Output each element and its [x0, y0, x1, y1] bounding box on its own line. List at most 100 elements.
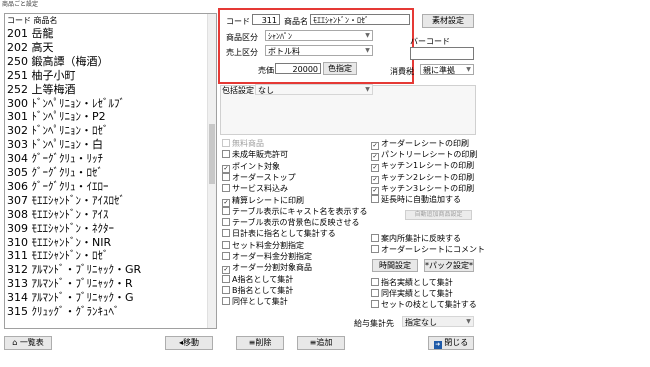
list-report-button[interactable]: ⌂ 一覧表 [4, 336, 52, 350]
checkbox-icon[interactable] [371, 195, 379, 203]
sales-label: 売上区分 [226, 48, 258, 57]
category-select[interactable]: ｼｬﾝﾊﾟﾝ ▼ [265, 30, 373, 41]
product-list[interactable]: コード 商品名 201 岳龍 202 高天 250 鍛高譚（梅酒） 251 柚子小町 2… [4, 13, 217, 329]
list-item[interactable]: 313 ｱﾙﾏﾝﾄﾞ・ﾌﾞﾘﾆｬｯｸ・R [7, 277, 133, 290]
list-item[interactable]: 315 ｸﾘｭｯｸﾞ・ｸﾞﾗﾝｷｭﾍﾞ [7, 305, 120, 318]
move-button[interactable]: ◂移動 [165, 336, 213, 350]
checkbox-label: オーダーレシートにコメント [381, 245, 485, 255]
sales-select[interactable]: ボトル料 ▼ [265, 45, 373, 56]
color-button[interactable]: 色指定 [323, 62, 357, 75]
salary-select[interactable]: 指定なし ▼ [402, 316, 474, 327]
move-label: 移動 [183, 338, 199, 347]
list-item[interactable]: 250 鍛高譚（梅酒） [7, 55, 109, 68]
pack-setting-button[interactable]: *パック設定* [424, 259, 474, 272]
checkbox-icon[interactable] [371, 278, 379, 286]
checkbox-item[interactable]: オーダーレシートにコメント [371, 244, 485, 255]
list-item[interactable]: 307 ﾓｴｴｼｬﾝﾄﾞﾝ・ｱｲｽﾛｾﾞ [7, 194, 125, 207]
scroll-thumb[interactable] [209, 124, 215, 184]
list-item[interactable]: 201 岳龍 [7, 27, 54, 40]
checkbox-item[interactable]: 未成年販売許可 [222, 149, 288, 160]
checkbox-icon[interactable] [371, 245, 379, 254]
checkbox-item[interactable]: ✓ オーダーレシートの印刷 [371, 138, 469, 150]
checkbox-item[interactable]: サービス料込み [222, 183, 288, 194]
list-scrollbar[interactable] [207, 14, 216, 328]
name-field[interactable]: ﾓｴｴｼｬﾝﾄﾞﾝ・ﾛｾﾞ [310, 14, 410, 25]
checkbox-item[interactable]: B指名として集計 [222, 285, 293, 296]
list-item[interactable]: 251 柚子小町 [7, 69, 76, 82]
list-item[interactable]: 302 ﾄﾞﾝﾍﾟﾘﾆｮﾝ・ﾛｾﾞ [7, 124, 109, 137]
checkbox-item[interactable]: ✓ パントリーレシートの印刷 [371, 149, 477, 162]
list-item[interactable]: 309 ﾓｴｴｼｬﾝﾄﾞﾝ・ﾈｸﾀｰ [7, 222, 114, 235]
checkbox-icon[interactable] [222, 229, 230, 238]
checkbox-icon[interactable] [222, 218, 230, 227]
list-item[interactable]: 301 ﾄﾞﾝﾍﾟﾘﾆｮﾝ・P2 [7, 110, 106, 123]
info-select[interactable]: なし ▼ [255, 84, 373, 95]
checkbox-item[interactable]: 無料商品 [222, 138, 264, 149]
checkbox-label: オーダーストップ [232, 172, 296, 182]
checkbox-icon[interactable] [222, 285, 230, 294]
list-item[interactable]: 314 ｱﾙﾏﾝﾄﾞ・ﾌﾞﾘﾆｬｯｸ・G [7, 291, 134, 304]
checkbox-item[interactable]: ✓ キッチン1レシートの印刷 [371, 160, 475, 173]
checkbox-item[interactable]: 同伴実績として集計 [371, 288, 453, 299]
price-field[interactable]: 20000 [275, 63, 321, 74]
checkbox-icon[interactable] [222, 172, 230, 181]
checkbox-item[interactable]: セット料金分割指定 [222, 240, 304, 251]
list-item[interactable]: 252 上等梅酒 [7, 83, 76, 96]
checkbox-label: キッチン1レシートの印刷 [381, 161, 475, 171]
barcode-field[interactable] [410, 47, 474, 60]
close-button[interactable]: ➜ 閉じる [428, 336, 474, 350]
checkbox-item[interactable]: ✓ ポイント対象 [222, 161, 280, 173]
list-item[interactable]: 312 ｱﾙﾏﾝﾄﾞ・ﾌﾞﾘﾆｬｯｸ・GR [7, 263, 141, 276]
checkbox-item[interactable]: ✓ 精算レシートに印刷 [222, 195, 304, 207]
checkbox-item[interactable]: テーブル表示にキャスト名を表示する [222, 206, 368, 217]
checkbox-icon[interactable] [222, 240, 230, 249]
checkbox-icon[interactable] [222, 184, 230, 193]
delete-button[interactable]: ≡削除 [236, 336, 284, 350]
checkbox-item[interactable]: ✓ キッチン3レシートの印刷 [371, 183, 474, 195]
list-item[interactable]: 202 高天 [7, 41, 54, 54]
checkbox-item[interactable]: オーダー料金分割指定 [222, 251, 312, 262]
list-item[interactable]: 306 ｸﾞｰｸﾞｸﾘｭ・ｲｴﾛｰ [7, 180, 109, 193]
checkbox-icon[interactable] [222, 150, 230, 159]
checkbox-item[interactable]: 同伴として集計 [222, 296, 288, 307]
checkbox-icon[interactable] [371, 234, 379, 242]
checkbox-icon[interactable] [222, 252, 230, 260]
checkbox-item[interactable]: A指名として集計 [222, 274, 293, 285]
list-item[interactable]: 311 ﾓｴｴｼｬﾝﾄﾞﾝ・ﾛｾﾞ [7, 249, 109, 262]
list-item[interactable]: 305 ｸﾞｰｸﾞｸﾘｭ・ﾛｾﾞ [7, 166, 103, 179]
checkbox-item[interactable]: 日計表に指名として集計する [222, 228, 336, 239]
checkbox-item[interactable]: 案内所集計に反映する [371, 233, 461, 244]
checkbox-item[interactable]: 延長時に自動追加する [371, 194, 461, 205]
salary-label: 給与集計先 [354, 319, 394, 328]
list-item[interactable]: 300 ﾄﾞﾝﾍﾟﾘﾆｮﾝ・ﾚｾﾞﾙﾌﾞ [7, 97, 125, 110]
list-item[interactable]: 310 ﾓｴｴｼｬﾝﾄﾞﾝ・NIR [7, 236, 111, 249]
checkbox-label: 延長時に自動追加する [381, 195, 461, 204]
code-field[interactable]: 311 [252, 14, 280, 25]
checkbox-label: B指名として集計 [232, 285, 294, 295]
checkbox-icon[interactable] [371, 300, 379, 309]
tax-select[interactable]: 親に準拠 ▼ [420, 64, 474, 75]
list-item[interactable]: 304 ｸﾞｰｸﾞｸﾘｭ・ﾘｯﾁ [7, 152, 103, 165]
checkbox-item[interactable]: テーブル表示の背景色に反映させる [222, 217, 360, 228]
close-icon: ➜ [433, 341, 442, 349]
auto-add-button[interactable]: 自動追加商品設定 [405, 210, 472, 220]
checkbox-icon[interactable] [222, 139, 230, 147]
checkbox-label: テーブル表示の背景色に反映させる [232, 218, 360, 228]
checkbox-label: A指名として集計 [232, 274, 294, 284]
material-button[interactable]: 素材設定 [422, 14, 474, 28]
checkbox-icon[interactable] [222, 206, 230, 215]
checkbox-item[interactable]: オーダーストップ [222, 172, 296, 183]
add-button[interactable]: ≡追加 [297, 336, 345, 350]
list-item[interactable]: 303 ﾄﾞﾝﾍﾟﾘﾆｮﾝ・白 [7, 138, 103, 151]
checkbox-label: テーブル表示にキャスト名を表示する [232, 206, 368, 216]
checkbox-item[interactable]: 指名実績として集計 [371, 277, 453, 288]
checkbox-item[interactable]: ✓ オーダー分割対象商品 [222, 262, 312, 275]
category-label: 商品区分 [226, 33, 258, 42]
checkbox-item[interactable]: ✓ キッチン2レシートの印刷 [371, 172, 474, 184]
checkbox-icon[interactable] [371, 289, 379, 298]
list-item[interactable]: 308 ﾓｴｴｼｬﾝﾄﾞﾝ・ｱｲｽ [7, 208, 109, 221]
checkbox-icon[interactable] [222, 297, 230, 306]
checkbox-icon[interactable] [222, 274, 230, 283]
time-setting-button[interactable]: 時間設定 [372, 259, 418, 272]
checkbox-item[interactable]: セットの枝として集計する [371, 299, 477, 310]
